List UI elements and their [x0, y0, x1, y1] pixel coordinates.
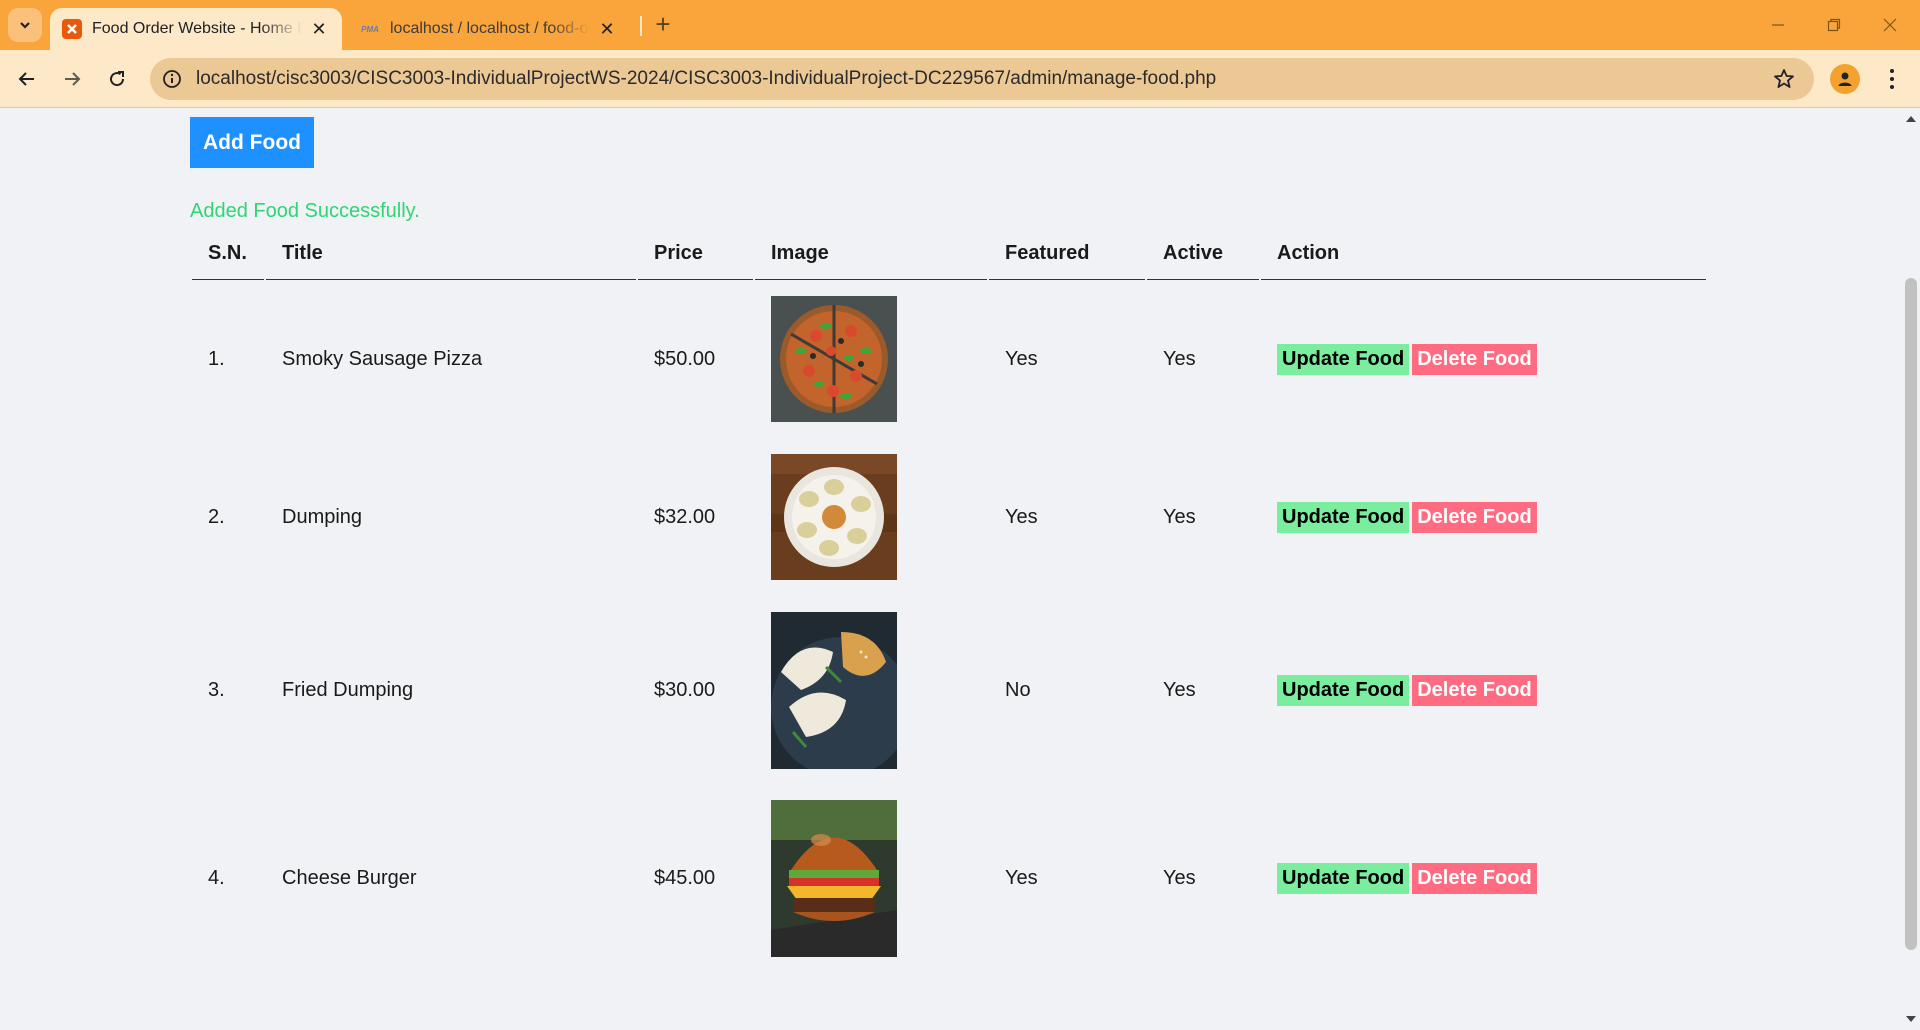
header-active: Active	[1147, 228, 1259, 280]
header-featured: Featured	[989, 228, 1145, 280]
tab-title: localhost / localhost / food-order	[390, 20, 590, 37]
cell-active: Yes	[1163, 679, 1196, 701]
cell-featured: Yes	[1005, 347, 1038, 370]
dumplings-plate-image	[771, 454, 897, 580]
cell-price: $45.00	[654, 867, 716, 889]
cell-sn: 2.	[208, 505, 225, 528]
close-icon	[1883, 18, 1897, 32]
delete-food-button[interactable]: Delete Food	[1412, 501, 1537, 533]
close-window-button[interactable]	[1862, 0, 1918, 50]
cell-active: Yes	[1163, 867, 1196, 889]
header-price: Price	[638, 228, 753, 280]
table-header-row: S.N. Title Price Image Featured Active A…	[192, 228, 1706, 280]
add-food-button[interactable]: Add Food	[190, 117, 314, 168]
cell-featured: Yes	[1005, 505, 1038, 528]
cell-sn: 3.	[208, 679, 225, 701]
update-food-button[interactable]: Update Food	[1277, 343, 1410, 375]
site-info-icon[interactable]	[158, 65, 186, 93]
tab-search-button[interactable]	[8, 8, 42, 42]
minimize-icon	[1772, 24, 1784, 26]
page-scrollbar[interactable]	[1900, 108, 1920, 1030]
browser-tab-bar: Food Order Website - Home Page ✕ PMA loc…	[0, 0, 1920, 50]
cell-price: $30.00	[654, 679, 716, 701]
profile-avatar-icon[interactable]	[1830, 64, 1860, 94]
delete-food-button[interactable]: Delete Food	[1412, 863, 1537, 894]
arrow-right-icon	[65, 72, 81, 86]
fried-dumplings-image	[771, 612, 897, 769]
update-food-button[interactable]: Update Food	[1277, 675, 1410, 706]
close-tab-icon[interactable]: ✕	[308, 18, 330, 40]
pma-logo-text: PMA	[361, 24, 379, 34]
header-image: Image	[755, 228, 987, 280]
scroll-up-arrow-icon[interactable]	[1906, 116, 1916, 122]
cell-title: Dumping	[282, 505, 363, 528]
table-row: 2. Dumping $32.00 Yes Yes Update Food De…	[192, 438, 1706, 596]
cell-sn: 1.	[208, 347, 225, 370]
tab-title: Food Order Website - Home Page	[92, 20, 302, 37]
scrollbar-thumb[interactable]	[1905, 278, 1917, 950]
table-row: 1. Smoky Sausage Pizza $50.00 Yes Yes Up…	[192, 280, 1706, 438]
cell-featured: No	[1005, 679, 1031, 701]
minimize-button[interactable]	[1750, 0, 1806, 50]
reload-icon	[110, 71, 125, 87]
address-bar[interactable]: localhost/cisc3003/CISC3003-IndividualPr…	[150, 58, 1814, 100]
chevron-down-icon	[20, 22, 30, 29]
cell-featured: Yes	[1005, 867, 1038, 889]
update-food-button[interactable]: Update Food	[1277, 863, 1410, 894]
cell-active: Yes	[1163, 347, 1196, 370]
delete-food-button[interactable]: Delete Food	[1412, 343, 1537, 375]
browser-menu-icon[interactable]	[1880, 64, 1904, 94]
table-row: 4. Cheese Burger $45.00 Yes Yes Update F…	[192, 785, 1706, 972]
cell-title: Cheese Burger	[282, 867, 417, 889]
tab-phpmyadmin[interactable]: PMA localhost / localhost / food-order ✕	[348, 8, 630, 50]
header-title: Title	[266, 228, 636, 280]
phpmyadmin-favicon-icon: PMA	[360, 19, 380, 39]
header-sn: S.N.	[192, 228, 264, 280]
cell-price: $50.00	[654, 347, 716, 370]
food-table: S.N. Title Price Image Featured Active A…	[190, 228, 1708, 972]
new-tab-button[interactable]: +	[650, 11, 676, 38]
browser-toolbar: localhost/cisc3003/CISC3003-IndividualPr…	[0, 50, 1920, 108]
update-food-button[interactable]: Update Food	[1277, 501, 1410, 533]
cell-sn: 4.	[208, 867, 225, 889]
xampp-favicon-icon	[62, 19, 82, 39]
delete-food-button[interactable]: Delete Food	[1412, 675, 1537, 706]
cell-title: Fried Dumping	[282, 679, 414, 701]
tab-food-order-home[interactable]: Food Order Website - Home Page ✕	[50, 8, 342, 50]
tab-divider	[640, 16, 642, 36]
success-message: Added Food Successfully.	[190, 200, 420, 222]
scroll-down-arrow-icon[interactable]	[1906, 1016, 1916, 1022]
restore-button[interactable]	[1806, 0, 1862, 50]
close-tab-icon[interactable]: ✕	[596, 18, 618, 40]
restore-icon	[1827, 18, 1841, 32]
header-action: Action	[1261, 228, 1706, 280]
forward-button[interactable]	[54, 61, 90, 97]
cell-price: $32.00	[654, 505, 716, 528]
reload-button[interactable]	[99, 61, 135, 97]
cheese-burger-image	[771, 800, 897, 957]
url-text[interactable]: localhost/cisc3003/CISC3003-IndividualPr…	[196, 68, 1216, 90]
page-viewport: Add Food Added Food Successfully. S.N. T…	[0, 108, 1900, 1030]
arrow-left-icon	[18, 72, 34, 86]
cell-active: Yes	[1163, 505, 1196, 528]
table-row: 3. Fried Dumping $30.00 No Yes Update Fo…	[192, 596, 1706, 785]
cell-title: Smoky Sausage Pizza	[282, 347, 483, 370]
bookmark-star-icon[interactable]	[1772, 67, 1796, 91]
back-button[interactable]	[9, 61, 45, 97]
pizza-image	[771, 296, 897, 422]
